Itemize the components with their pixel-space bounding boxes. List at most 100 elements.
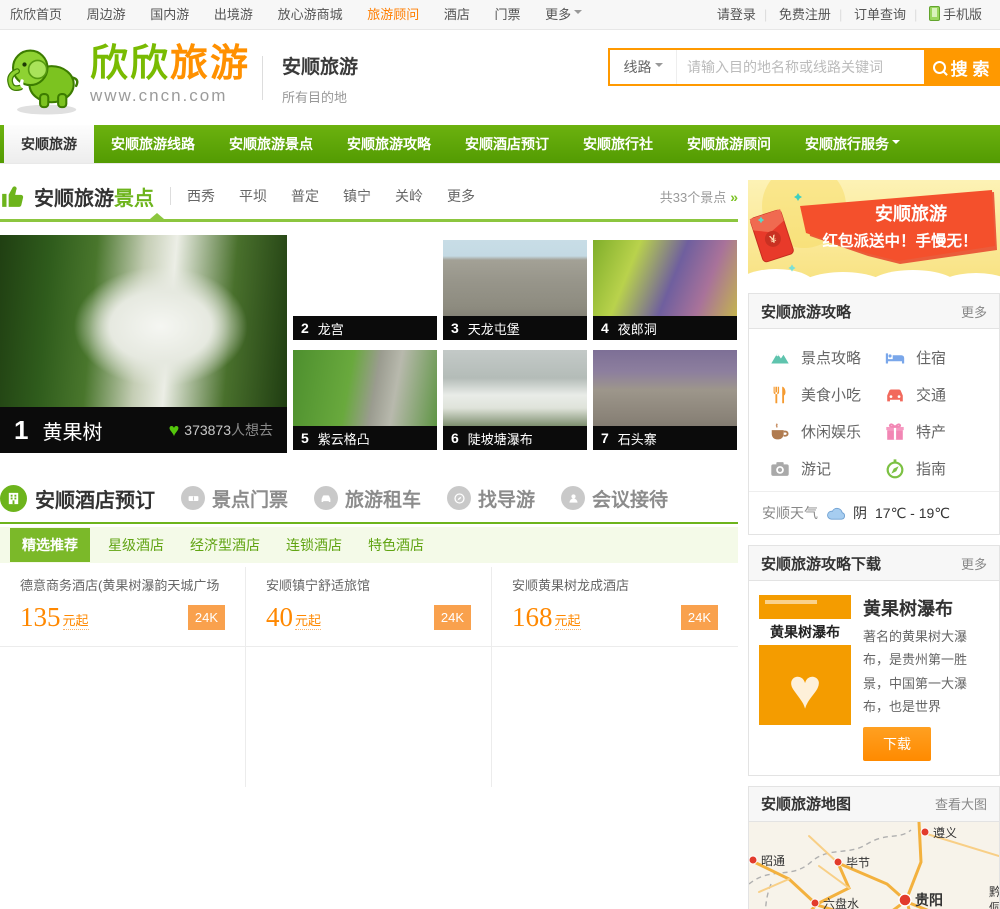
guide-item-label: 景点攻略: [801, 350, 862, 367]
hotel-tab-star[interactable]: 星级酒店: [108, 535, 164, 555]
service-tickets-link[interactable]: 景点门票: [181, 485, 288, 512]
mobile-version-link[interactable]: 手机版: [928, 6, 982, 22]
topbar-link-outbound[interactable]: 出境游: [214, 7, 253, 22]
search-button[interactable]: 搜 索: [924, 50, 998, 84]
map-box-header: 安顺旅游地图 查看大图: [749, 786, 999, 822]
register-link[interactable]: 免费注册: [779, 7, 831, 22]
download-more-link[interactable]: 更多: [961, 554, 987, 573]
guide-box-title: 安顺旅游攻略: [761, 303, 852, 321]
hotel-name[interactable]: 安顺镇宁舒适旅馆: [266, 575, 471, 594]
spot-tile-featured[interactable]: 1 黄果树 ♥ 373873 人想去: [0, 235, 287, 453]
service-meeting-link[interactable]: 会议接待: [561, 485, 668, 512]
nav-item-spots[interactable]: 安顺旅游景点: [212, 125, 330, 163]
download-body: 黄果树瀑布 ♥ 黄果树瀑布 著名的黄果树大瀑布，是贵州第一胜景，中国第一大瀑布，…: [749, 581, 999, 775]
all-destinations-link[interactable]: 所有目的地: [282, 87, 358, 106]
promo-line1: 安顺旅游: [875, 203, 947, 224]
spot-tile-shitouzhai[interactable]: 7 石头寨: [593, 350, 737, 450]
search-button-label: 搜 索: [950, 59, 990, 79]
hotel-tab-special[interactable]: 特色酒店: [368, 535, 424, 555]
mobile-version-label: 手机版: [942, 7, 982, 22]
guide-items: 景点攻略 住宿 美食小吃 交通 休闲娱乐 特产 游记 指南: [749, 329, 999, 491]
spots-section-header: 安顺旅游景点 西秀 平坝 普定 镇宁 关岭 更多 共33个景点»: [0, 180, 738, 212]
nav-item-hotel[interactable]: 安顺酒店预订: [448, 125, 566, 163]
service-label: 找导游: [478, 489, 536, 511]
guidebook-cover[interactable]: 黄果树瀑布 ♥: [759, 595, 851, 725]
guide-item-lodging[interactable]: 住宿: [884, 339, 999, 376]
divider: [170, 187, 171, 205]
topbar-link-ticket[interactable]: 门票: [494, 7, 520, 22]
topbar-more-menu[interactable]: 更多: [545, 7, 583, 22]
hotel-name[interactable]: 安顺黄果树龙成酒店: [512, 575, 718, 594]
spots-count-link[interactable]: 共33个景点»: [660, 187, 738, 206]
topbar-link-domestic[interactable]: 国内游: [150, 7, 189, 22]
guide-item-transport[interactable]: 交通: [884, 376, 999, 413]
topbar-link-nearby[interactable]: 周边游: [87, 7, 126, 22]
search-input[interactable]: [677, 50, 924, 84]
map-enlarge-link[interactable]: 查看大图: [935, 794, 987, 813]
promo-banner[interactable]: 安顺旅游 红包派送中！手慢无！ ¥: [736, 164, 1000, 310]
tile-rank: 3: [451, 320, 459, 336]
topbar-link-hotel[interactable]: 酒店: [444, 7, 470, 22]
download-button[interactable]: 下载: [863, 726, 931, 761]
nav-item-agency[interactable]: 安顺旅行社: [566, 125, 670, 163]
tile-name: 天龙屯堡: [467, 321, 520, 337]
nav-item-services[interactable]: 安顺旅行服务: [788, 125, 917, 163]
site-logo-text[interactable]: 欣欣旅游 www.cncn.com: [90, 44, 250, 106]
hotel-card-loading: [0, 647, 246, 787]
guide-item-handbook[interactable]: 指南: [884, 450, 999, 487]
spot-tile-longgong[interactable]: 2 龙宫: [293, 240, 437, 340]
map-label-qiandong: 黔东: [989, 884, 999, 899]
topbar-link-mall[interactable]: 放心游商城: [278, 7, 343, 22]
guide-item-label: 住宿: [916, 350, 947, 367]
spot-tile-doupotang[interactable]: 6 陡坡塘瀑布: [443, 350, 587, 450]
thumb-up-icon: [0, 183, 26, 209]
topbar-link-home[interactable]: 欣欣首页: [10, 7, 62, 22]
hotel-tabs: 精选推荐 星级酒店 经济型酒店 连锁酒店 特色酒店: [0, 527, 738, 563]
order-query-link[interactable]: 订单查询: [854, 7, 906, 22]
map-city-liupanshui: 六盘水: [823, 896, 859, 909]
section-underline: [0, 213, 738, 222]
guide-item-label: 游记: [801, 461, 832, 478]
guide-item-travelogue[interactable]: 游记: [769, 450, 884, 487]
guide-more-link[interactable]: 更多: [961, 302, 987, 321]
elephant-logo[interactable]: [4, 34, 86, 123]
nav-item-routes[interactable]: 安顺旅游线路: [94, 125, 212, 163]
guide-item-food[interactable]: 美食小吃: [769, 376, 884, 413]
hotels-section-header: 安顺酒店预订 景点门票 旅游租车 找导游 会议接待: [0, 482, 738, 514]
spots-tab-zhenning[interactable]: 镇宁: [343, 186, 371, 206]
hotel-tab-chain[interactable]: 连锁酒店: [286, 535, 342, 555]
download-info: 黄果树瀑布 著名的黄果树大瀑布，是贵州第一胜景，中国第一大瀑布，也是世界 下载: [863, 595, 989, 761]
spots-tab-more[interactable]: 更多: [447, 186, 475, 206]
nav-item-advisor[interactable]: 安顺旅游顾问: [670, 125, 788, 163]
spots-title-highlight: 景点: [114, 187, 154, 210]
service-find-guide-link[interactable]: 找导游: [447, 485, 535, 512]
guide-item-leisure[interactable]: 休闲娱乐: [769, 413, 884, 450]
nav-item-guide[interactable]: 安顺旅游攻略: [330, 125, 448, 163]
guide-item-specialty[interactable]: 特产: [884, 413, 999, 450]
spot-tile-yelangdong[interactable]: 4 夜郎洞: [593, 240, 737, 340]
hotel-name[interactable]: 德意商务酒店(黄果树瀑韵天城广场: [20, 575, 225, 594]
topbar-link-advisor[interactable]: 旅游顾问: [367, 7, 419, 22]
nav-item-anshun[interactable]: 安顺旅游: [4, 125, 94, 163]
topbar: 欣欣首页 周边游 国内游 出境游 放心游商城 旅游顾问 酒店 门票 更多 请登录…: [0, 0, 1000, 30]
spots-tab-guanling[interactable]: 关岭: [395, 186, 423, 206]
hotel-tab-economy[interactable]: 经济型酒店: [190, 535, 260, 555]
spots-tab-xixiu[interactable]: 西秀: [187, 186, 215, 206]
mountain-icon: [771, 352, 789, 363]
map-city-bijie: 毕节: [846, 856, 870, 870]
search-category-select[interactable]: 线路: [610, 50, 677, 84]
nav-item-services-label: 安顺旅行服务: [805, 136, 889, 152]
car-icon: [887, 389, 903, 401]
spots-tab-pingba[interactable]: 平坝: [239, 186, 267, 206]
hotel-tab-featured[interactable]: 精选推荐: [10, 528, 90, 562]
map-image[interactable]: 遵义 昭通 毕节 六盘水 贵阳 安顺 都匀: [748, 820, 1000, 909]
guide-item-spots[interactable]: 景点攻略: [769, 339, 884, 376]
spots-tab-puding[interactable]: 普定: [291, 186, 319, 206]
service-car-rental-link[interactable]: 旅游租车: [314, 485, 421, 512]
login-link[interactable]: 请登录: [717, 7, 756, 22]
spot-tile-ziyungetu[interactable]: 5 紫云格凸: [293, 350, 437, 450]
small-tiles: 2 龙宫 3 天龙屯堡 4 夜郎洞 5 紫云格凸 6 陡坡塘瀑布 7 石头寨: [293, 235, 738, 460]
tile-caption: 5 紫云格凸: [293, 426, 437, 450]
spot-tile-tianlongtunbao[interactable]: 3 天龙屯堡: [443, 240, 587, 340]
topbar-more-label: 更多: [545, 7, 572, 22]
